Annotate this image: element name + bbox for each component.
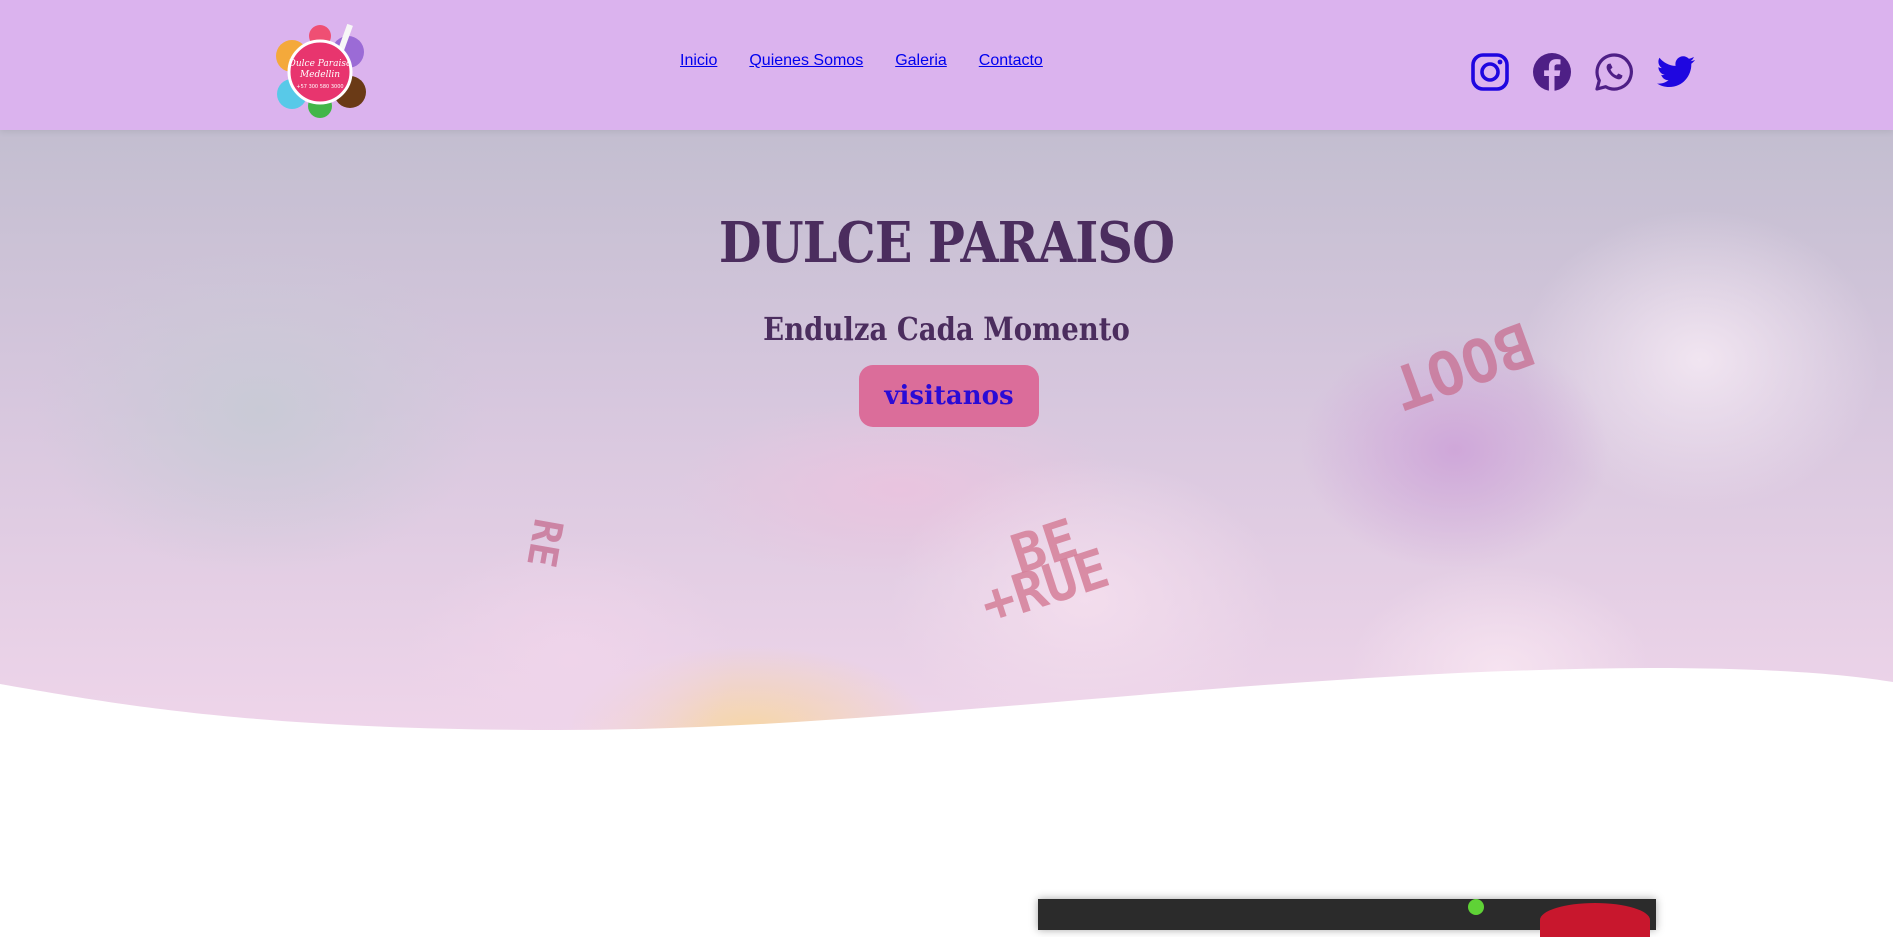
nav-link-contacto[interactable]: Contacto bbox=[979, 52, 1043, 70]
nav-link-inicio[interactable]: Inicio bbox=[680, 52, 717, 70]
hero-subtitle: Endulza Cada Momento bbox=[763, 310, 1130, 348]
logo-text-line1: Dulce Paraiso bbox=[288, 59, 352, 69]
logo[interactable]: Dulce Paraiso Medellin +57 300 580 3000 bbox=[268, 22, 372, 120]
nav-link-galeria[interactable]: Galeria bbox=[895, 52, 947, 70]
logo-phone: +57 300 580 3000 bbox=[296, 84, 343, 90]
twitter-icon[interactable] bbox=[1656, 52, 1696, 92]
social-links bbox=[1470, 52, 1696, 92]
nav-link-quienes-somos[interactable]: Quienes Somos bbox=[749, 52, 863, 70]
facebook-icon[interactable] bbox=[1532, 52, 1572, 92]
hero-title: DULCE PARAISO bbox=[718, 210, 1175, 276]
main-nav: Inicio Quienes Somos Galeria Contacto bbox=[680, 52, 1043, 70]
navbar: Dulce Paraiso Medellin +57 300 580 3000 … bbox=[0, 0, 1893, 130]
visit-button[interactable]: visitanos bbox=[859, 365, 1039, 427]
candy-strawberry bbox=[1540, 903, 1650, 937]
instagram-icon[interactable] bbox=[1470, 52, 1510, 92]
gallery-image-preview bbox=[1038, 899, 1656, 937]
logo-text-line2: Medellin bbox=[299, 70, 340, 80]
candy-dot bbox=[1468, 899, 1484, 915]
whatsapp-icon[interactable] bbox=[1594, 52, 1634, 92]
